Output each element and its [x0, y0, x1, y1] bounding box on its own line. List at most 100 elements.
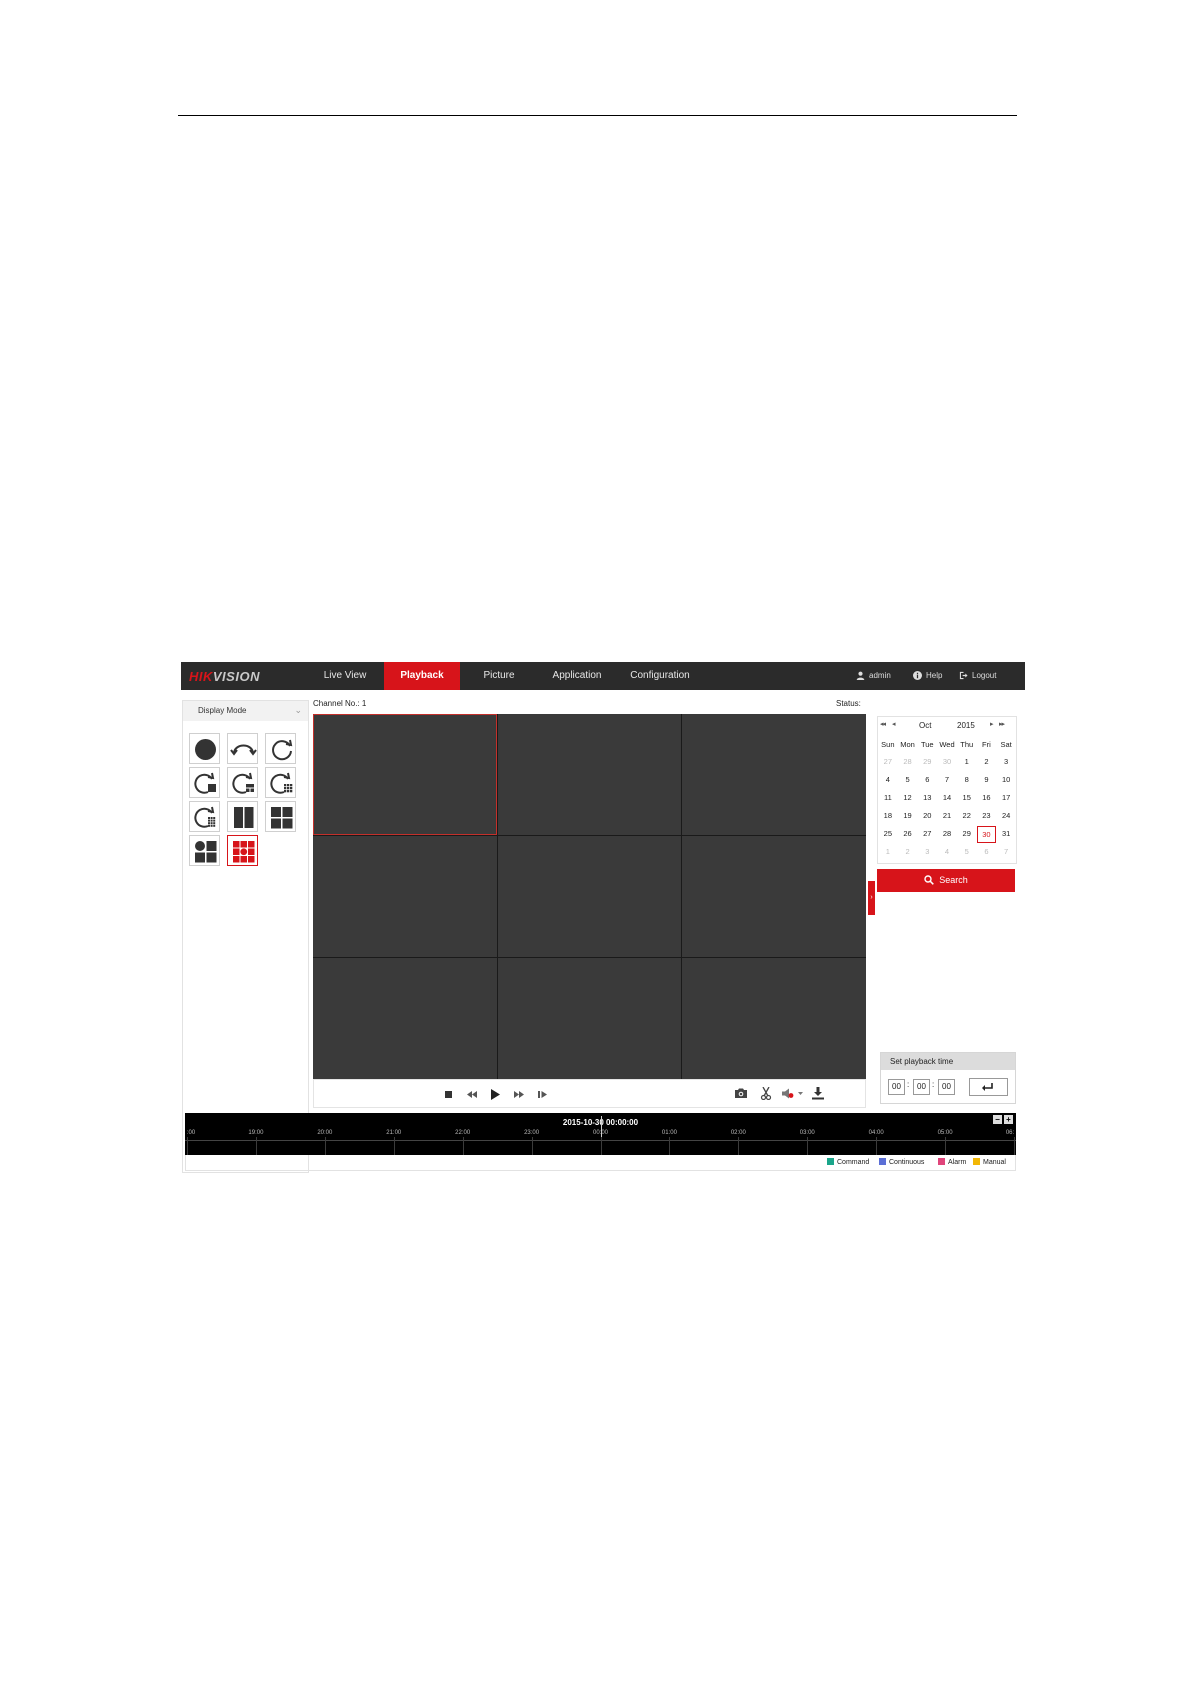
fast-forward-icon[interactable] [514, 1091, 524, 1098]
weekday-header: Thu [960, 740, 974, 749]
prev-month-icon[interactable]: ◂ [892, 720, 895, 728]
user-menu[interactable]: admin [856, 662, 891, 690]
video-cell[interactable] [497, 958, 682, 1079]
calendar-day[interactable]: 11 [878, 789, 898, 807]
slow-backward-icon[interactable] [467, 1091, 477, 1098]
set-playback-time-panel: Set playback time 00 : 00 : 00 [880, 1052, 1016, 1104]
panorama-360-8ptz-icon [194, 806, 216, 828]
expand-panel-tab[interactable]: › [868, 881, 875, 915]
logout-link[interactable]: Logout [959, 662, 996, 690]
calendar-day[interactable]: 21 [937, 807, 957, 825]
video-cell[interactable] [313, 958, 497, 1079]
calendar-day[interactable]: 19 [898, 807, 918, 825]
calendar-day[interactable]: 30 [937, 753, 957, 771]
calendar-day[interactable]: 2 [898, 843, 918, 861]
mode-360-plus-8ptz-button[interactable] [189, 801, 220, 832]
calendar-day[interactable]: 26 [898, 825, 918, 843]
nav-application[interactable]: Application [538, 662, 616, 690]
calendar-day[interactable]: 20 [917, 807, 937, 825]
video-cell[interactable] [497, 714, 682, 835]
zoom-in-button[interactable]: + [1004, 1115, 1013, 1124]
mode-360-plus-6ptz-button[interactable] [265, 767, 296, 798]
calendar-day[interactable]: 9 [977, 771, 997, 789]
next-month-icon[interactable]: ▸ [990, 720, 993, 728]
nav-picture[interactable]: Picture [460, 662, 538, 690]
calendar-day[interactable]: 29 [957, 825, 977, 843]
mode-4-ptz-button[interactable] [265, 801, 296, 832]
playback-timeline[interactable]: 2015-10-30 00:00:00 − + :00 19:00 20:00 21:… [185, 1113, 1016, 1155]
calendar-day[interactable]: 5 [898, 771, 918, 789]
calendar-day[interactable]: 7 [937, 771, 957, 789]
mode-360-plus-3ptz-button[interactable] [227, 767, 258, 798]
calendar-day[interactable]: 1 [878, 843, 898, 861]
calendar-day[interactable]: 5 [957, 843, 977, 861]
four-pane-icon [271, 807, 293, 829]
nav-playback[interactable]: Playback [384, 662, 460, 690]
hour-input[interactable]: 00 [888, 1079, 905, 1095]
apply-time-button[interactable] [969, 1078, 1008, 1096]
calendar-day[interactable]: 18 [878, 807, 898, 825]
calendar-day[interactable]: 8 [957, 771, 977, 789]
user-icon [856, 672, 865, 681]
calendar-day[interactable]: 24 [996, 807, 1016, 825]
mode-360-plus-ptz-button[interactable] [189, 767, 220, 798]
mode-180-panorama-button[interactable] [227, 733, 258, 764]
video-cell[interactable] [682, 836, 866, 957]
timeline-tick [324, 1137, 326, 1155]
nav-configuration[interactable]: Configuration [616, 662, 704, 690]
calendar-day[interactable]: 3 [917, 843, 937, 861]
next-year-icon[interactable]: ▸▸ [999, 720, 1005, 728]
calendar-day[interactable]: 6 [917, 771, 937, 789]
calendar-day[interactable]: 10 [996, 771, 1016, 789]
calendar-day-selected[interactable]: 30 [976, 825, 997, 843]
calendar-day[interactable]: 17 [996, 789, 1016, 807]
video-cell[interactable] [497, 836, 682, 957]
calendar-day[interactable]: 14 [937, 789, 957, 807]
calendar-day[interactable]: 22 [957, 807, 977, 825]
stop-icon[interactable] [445, 1091, 452, 1098]
calendar-day[interactable]: 1 [957, 753, 977, 771]
help-link[interactable]: Help [913, 662, 942, 690]
nav-live-view[interactable]: Live View [306, 662, 384, 690]
prev-year-icon[interactable]: ◂◂ [880, 720, 886, 728]
scissors-clip-icon[interactable] [760, 1087, 772, 1100]
timeline-tick [669, 1137, 671, 1155]
calendar-day[interactable]: 4 [878, 771, 898, 789]
play-icon[interactable] [491, 1089, 500, 1100]
calendar-day[interactable]: 31 [996, 825, 1016, 843]
mode-fisheye-plus-3ptz-button[interactable] [189, 835, 220, 866]
search-button[interactable]: Search [877, 869, 1015, 892]
calendar-day[interactable]: 27 [917, 825, 937, 843]
calendar-day[interactable]: 12 [898, 789, 918, 807]
calendar-day[interactable]: 15 [957, 789, 977, 807]
calendar-day[interactable]: 7 [996, 843, 1016, 861]
calendar-day[interactable]: 16 [977, 789, 997, 807]
calendar-day[interactable]: 28 [937, 825, 957, 843]
calendar-day[interactable]: 23 [977, 807, 997, 825]
calendar-day[interactable]: 13 [917, 789, 937, 807]
mode-2-ptz-button[interactable] [227, 801, 258, 832]
audio-mute-icon[interactable] [782, 1088, 804, 1099]
calendar-day[interactable]: 2 [977, 753, 997, 771]
download-icon[interactable] [812, 1087, 824, 1100]
calendar-day[interactable]: 27 [878, 753, 898, 771]
calendar-day[interactable]: 3 [996, 753, 1016, 771]
calendar-day[interactable]: 29 [917, 753, 937, 771]
calendar-day[interactable]: 25 [878, 825, 898, 843]
second-input[interactable]: 00 [938, 1079, 955, 1095]
zoom-out-button[interactable]: − [993, 1115, 1002, 1124]
mode-360-panorama-button[interactable] [265, 733, 296, 764]
calendar-day[interactable]: 28 [898, 753, 918, 771]
video-cell[interactable] [682, 958, 866, 1079]
mode-fisheye-button[interactable] [189, 733, 220, 764]
video-cell[interactable] [682, 714, 866, 835]
calendar-day[interactable]: 4 [937, 843, 957, 861]
video-cell[interactable] [313, 714, 497, 835]
minute-input[interactable]: 00 [913, 1079, 930, 1095]
display-mode-header[interactable]: Display Mode ⌄ [183, 701, 308, 721]
video-cell[interactable] [313, 836, 497, 957]
mode-fisheye-plus-8ptz-button[interactable] [227, 835, 258, 866]
frame-step-icon[interactable] [538, 1091, 547, 1098]
camera-snapshot-icon[interactable] [735, 1088, 747, 1098]
calendar-day[interactable]: 6 [977, 843, 997, 861]
